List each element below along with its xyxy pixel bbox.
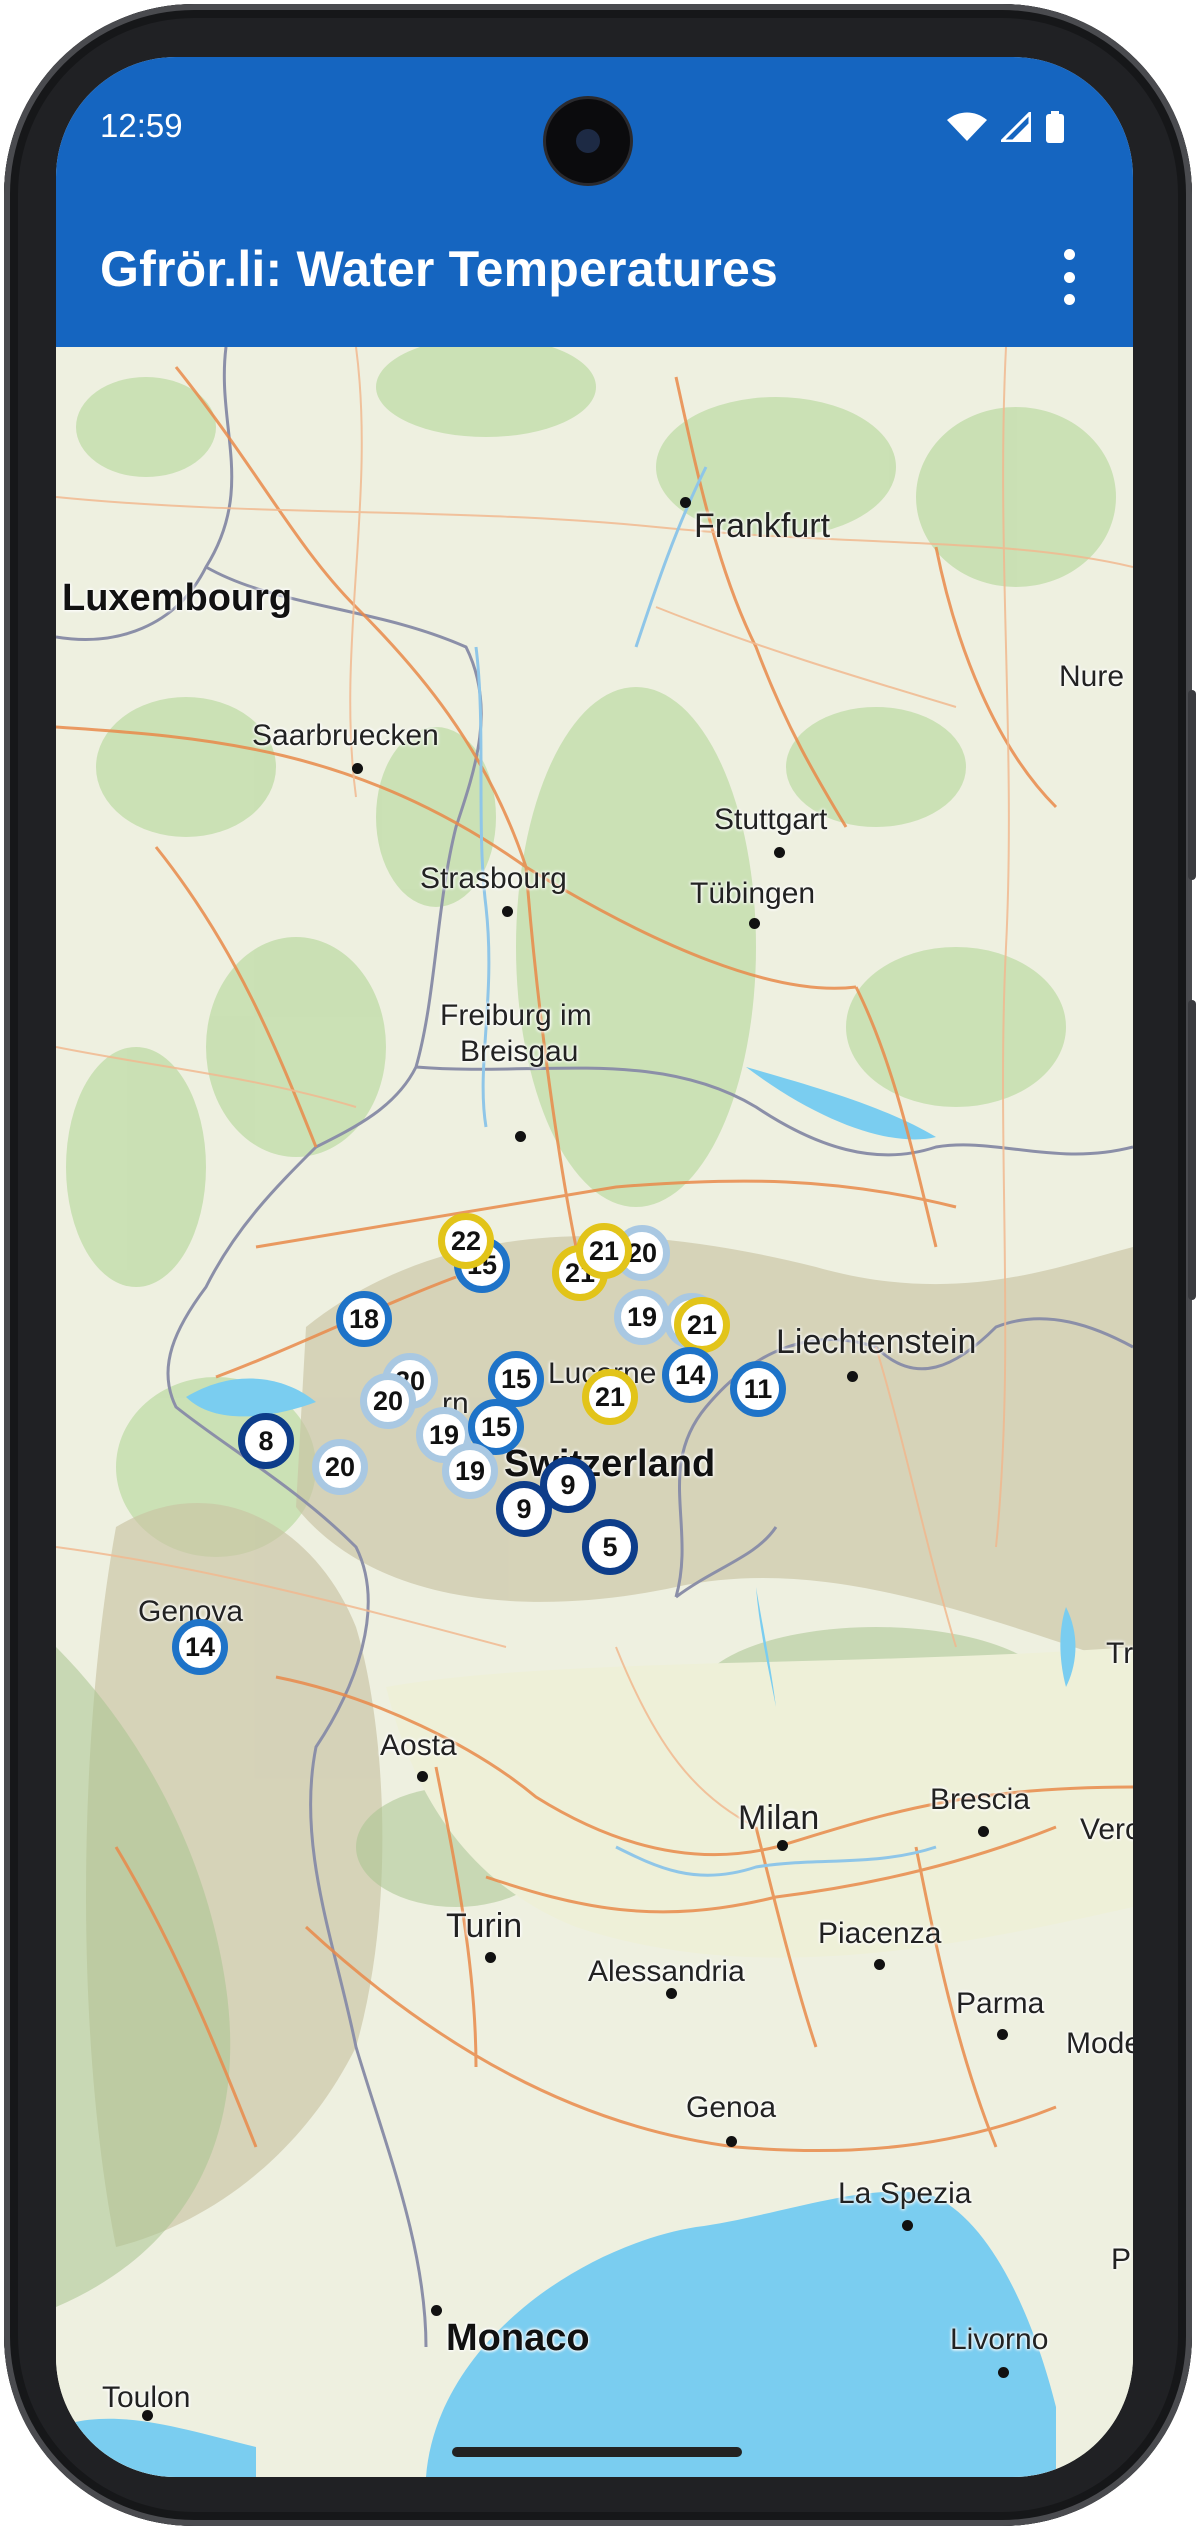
city-label-freiburg-line1: Freiburg im bbox=[440, 999, 592, 1032]
cellular-signal-icon bbox=[1001, 112, 1031, 142]
power-button bbox=[1188, 690, 1196, 880]
screen: Frankfurt Luxembourg Nure Saarbruecken S… bbox=[56, 57, 1133, 2477]
temperature-marker[interactable]: 11 bbox=[730, 1361, 786, 1417]
temperature-marker[interactable]: 9 bbox=[496, 1481, 552, 1537]
city-label-liechtenstein: Liechtenstein bbox=[776, 1323, 977, 1361]
overflow-menu-icon[interactable] bbox=[1057, 249, 1081, 305]
temperature-marker[interactable]: 20 bbox=[312, 1439, 368, 1495]
city-dot-strasbourg bbox=[502, 906, 513, 917]
city-dot-alessandria bbox=[666, 1988, 677, 1999]
temperature-marker[interactable]: 14 bbox=[662, 1347, 718, 1403]
city-dot-monaco bbox=[431, 2305, 442, 2316]
city-label-saarbruecken: Saarbruecken bbox=[252, 719, 439, 752]
temperature-marker[interactable]: 19 bbox=[442, 1443, 498, 1499]
city-label-la-spezia: La Spezia bbox=[838, 2177, 972, 2210]
city-dot-livorno bbox=[998, 2367, 1009, 2378]
status-time: 12:59 bbox=[100, 107, 183, 144]
temperature-marker[interactable]: 22 bbox=[438, 1213, 494, 1269]
city-label-monaco: Monaco bbox=[446, 2317, 590, 2359]
volume-button bbox=[1188, 1000, 1196, 1300]
city-label-frankfurt: Frankfurt bbox=[694, 507, 831, 545]
temperature-marker[interactable]: 20 bbox=[360, 1373, 416, 1429]
temperature-marker[interactable]: 21 bbox=[582, 1369, 638, 1425]
city-dot-turin bbox=[485, 1952, 496, 1963]
city-label-piacenza: Piacenza bbox=[818, 1917, 942, 1950]
city-dot-genoa bbox=[726, 2136, 737, 2147]
city-dot-saarbruecken bbox=[352, 763, 363, 774]
app-bar: 12:59 Gfrör.li: Water Temperatures bbox=[56, 57, 1133, 347]
city-label-turin: Turin bbox=[446, 1907, 523, 1945]
city-dot-parma bbox=[997, 2029, 1008, 2040]
temperature-marker[interactable]: 19 bbox=[614, 1289, 670, 1345]
front-camera bbox=[546, 99, 630, 183]
app-title: Gfrör.li: Water Temperatures bbox=[100, 241, 778, 297]
city-label-freiburg-line2: Breisgau bbox=[460, 1035, 579, 1068]
city-dot-milan bbox=[777, 1840, 788, 1851]
temperature-marker[interactable]: 18 bbox=[336, 1291, 392, 1347]
city-label-toulon: Toulon bbox=[102, 2381, 191, 2414]
city-label-stuttgart: Stuttgart bbox=[714, 803, 828, 836]
city-dot-piacenza bbox=[874, 1959, 885, 1970]
city-label-tr: Tr bbox=[1106, 1637, 1133, 1670]
temperature-marker[interactable]: 21 bbox=[674, 1297, 730, 1353]
battery-icon bbox=[1046, 111, 1064, 143]
city-label-switzerland: Switzerland bbox=[504, 1443, 716, 1485]
city-label-strasbourg: Strasbourg bbox=[420, 862, 567, 895]
city-label-alessandria: Alessandria bbox=[588, 1955, 745, 1988]
city-label-genoa: Genoa bbox=[686, 2091, 777, 2124]
city-label-livorno: Livorno bbox=[950, 2323, 1049, 2356]
city-label-p: P bbox=[1111, 2243, 1132, 2276]
map-view[interactable]: Frankfurt Luxembourg Nure Saarbruecken S… bbox=[56, 347, 1133, 2477]
city-label-brescia: Brescia bbox=[930, 1783, 1031, 1816]
temperature-marker[interactable]: 14 bbox=[172, 1619, 228, 1675]
city-label-parma: Parma bbox=[956, 1987, 1045, 2020]
city-label-nuremberg: Nure bbox=[1059, 660, 1125, 693]
city-label-verona: Vero bbox=[1080, 1813, 1133, 1846]
city-label-milan: Milan bbox=[738, 1799, 820, 1837]
city-label-luxembourg: Luxembourg bbox=[62, 577, 293, 619]
city-label-modena: Mode bbox=[1066, 2027, 1133, 2060]
temperature-marker[interactable]: 8 bbox=[238, 1413, 294, 1469]
status-icons bbox=[947, 111, 1065, 143]
city-label-tubingen: Tübingen bbox=[690, 877, 816, 910]
wifi-icon bbox=[947, 112, 987, 141]
temperature-marker[interactable]: 21 bbox=[576, 1223, 632, 1279]
city-dot-frankfurt bbox=[680, 497, 691, 508]
city-dot-freiburg bbox=[515, 1131, 526, 1142]
temperature-marker[interactable]: 5 bbox=[582, 1519, 638, 1575]
city-dot-stuttgart bbox=[774, 847, 785, 858]
gesture-home-bar[interactable] bbox=[452, 2447, 742, 2457]
city-dot-la-spezia bbox=[902, 2220, 913, 2231]
city-dot-aosta bbox=[417, 1771, 428, 1782]
city-label-aosta: Aosta bbox=[380, 1729, 457, 1762]
city-dot-tubingen bbox=[749, 918, 760, 929]
city-dot-liechtenstein bbox=[847, 1371, 858, 1382]
city-dot-brescia bbox=[978, 1826, 989, 1837]
